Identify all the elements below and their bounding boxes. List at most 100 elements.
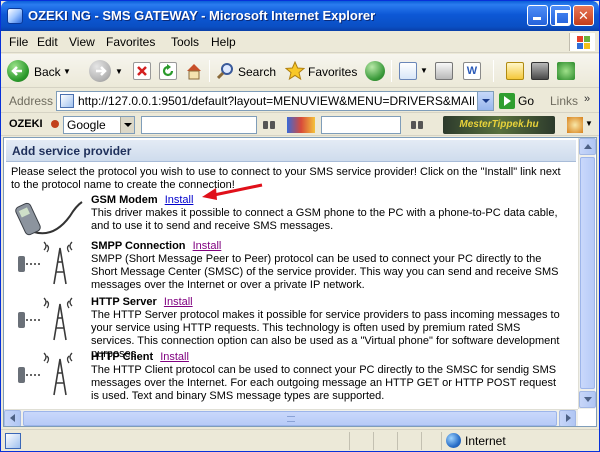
stop-icon[interactable] [133,62,151,80]
browser-window: OZEKI NG - SMS GATEWAY - Microsoft Inter… [0,0,600,452]
install-link-http-client[interactable]: Install [160,351,189,363]
address-bar: Address http://127.0.0.1:9501/default?la… [1,89,599,113]
http-client-antenna-icon [18,352,73,396]
page-status-icon [5,433,21,449]
search-engine-value: Google [67,118,106,132]
back-dropdown-icon[interactable]: ▼ [63,67,71,76]
back-arrow-icon [7,60,29,82]
discuss-icon[interactable] [506,62,524,80]
google-toolbar: OZEKI Google MesterTippek.hu ▼ [1,114,599,136]
provider-description: This driver makes it possible to connect… [91,207,558,232]
research-icon[interactable] [531,62,549,80]
http-server-antenna-icon [18,297,73,341]
forward-button[interactable]: ▼ [89,60,123,82]
scroll-up-button[interactable] [579,138,596,155]
toolbar-separator [391,60,392,82]
status-cell [373,432,395,450]
smpp-antenna-icon [18,241,73,285]
go-button[interactable]: Go [518,94,534,108]
back-button[interactable]: Back ▼ [7,60,73,82]
scroll-right-button[interactable] [559,410,576,426]
status-cell [421,432,441,450]
binoculars-icon-2[interactable] [411,119,423,130]
search-button[interactable]: Search [217,60,279,82]
standard-toolbar: Back ▼ ▼ Search Favorites ▼ W [1,54,599,88]
minimize-button[interactable] [527,5,548,26]
select-dropdown-icon[interactable] [120,117,134,133]
refresh-icon[interactable] [159,62,177,80]
address-url[interactable]: http://127.0.0.1:9501/default?layout=MEN… [78,94,474,108]
ozeki-dot-icon [51,120,59,128]
provider-description: SMPP (Short Message Peer to Peer) protoc… [91,253,559,291]
favorites-label: Favorites [308,65,358,79]
internet-globe-icon [446,433,461,448]
address-label: Address [9,94,54,108]
forward-arrow-icon [89,60,111,82]
mestertippek-logo[interactable]: MesterTippek.hu [443,116,555,134]
home-icon[interactable] [185,62,203,80]
menu-bar: File Edit View Favorites Tools Help [1,31,599,53]
messenger-icon[interactable] [557,62,575,80]
scroll-left-button[interactable] [4,410,21,426]
provider-name: SMPP Connection Install [91,240,222,252]
page-content: Add service provider Please select the p… [3,137,597,427]
provider-name: HTTP Client Install [91,351,189,363]
intro-text: Please select the protocol you wish to u… [11,166,561,191]
history-icon[interactable] [365,61,385,81]
toolbar-separator [209,60,210,82]
menu-file[interactable]: File [9,35,28,49]
menu-edit[interactable]: Edit [37,35,58,49]
scroll-down-button[interactable] [579,391,596,408]
install-link-gsm[interactable]: Install [165,194,194,206]
favorites-star-icon [285,61,305,81]
provider-name: HTTP Server Install [91,296,193,308]
horizontal-scroll-thumb[interactable] [23,411,557,426]
toolbar-search-input[interactable] [141,116,257,134]
search-engine-select[interactable]: Google [63,116,135,134]
toolbar-field-2[interactable] [321,116,401,134]
vertical-scroll-thumb[interactable] [580,157,595,389]
ie-app-icon [7,8,23,24]
links-label[interactable]: Links [550,94,578,108]
window-title: OZEKI NG - SMS GATEWAY - Microsoft Inter… [28,8,376,23]
edit-word-icon[interactable]: W [463,62,481,80]
provider-description: The HTTP Client protocol can be used to … [91,364,557,402]
scroll-grip-icon [287,416,295,422]
vertical-scrollbar[interactable] [578,138,596,409]
status-cell [397,432,419,450]
maximize-button[interactable] [550,5,571,26]
tools-dropdown-icon[interactable]: ▼ [585,119,593,128]
print-icon[interactable] [435,62,453,80]
binoculars-icon[interactable] [263,119,275,130]
zone-label: Internet [465,434,506,448]
page-icon [60,94,74,108]
install-link-http-server[interactable]: Install [164,296,193,308]
toolbar-separator [493,60,494,82]
windows-logo-icon [569,33,595,51]
links-chevron-icon[interactable]: » [584,93,590,105]
install-link-smpp[interactable]: Install [193,240,222,252]
address-dropdown-icon[interactable] [477,92,493,110]
menu-help[interactable]: Help [211,35,236,49]
favorites-button[interactable]: Favorites [285,60,359,82]
search-label: Search [238,65,277,79]
menu-tools[interactable]: Tools [171,35,199,49]
mail-dropdown-icon[interactable]: ▼ [420,66,428,75]
horizontal-scrollbar[interactable] [4,409,578,426]
red-annotation-arrow [202,183,263,200]
go-arrow-icon[interactable] [499,93,515,109]
ozeki-brand[interactable]: OZEKI [9,118,43,130]
tools-gear-icon[interactable] [567,117,583,133]
menu-favorites[interactable]: Favorites [106,35,155,49]
menu-view[interactable]: View [69,35,95,49]
close-button[interactable]: ✕ [573,5,594,26]
gsm-phone-icon [15,201,83,236]
mail-icon[interactable] [399,62,417,80]
back-label: Back [34,65,61,79]
address-input[interactable]: http://127.0.0.1:9501/default?layout=MEN… [56,91,494,111]
title-bar[interactable]: OZEKI NG - SMS GATEWAY - Microsoft Inter… [1,1,599,31]
translate-icon[interactable] [287,117,315,133]
search-icon [217,63,233,80]
section-header: Add service provider [6,140,576,162]
forward-dropdown-icon[interactable]: ▼ [115,67,123,76]
